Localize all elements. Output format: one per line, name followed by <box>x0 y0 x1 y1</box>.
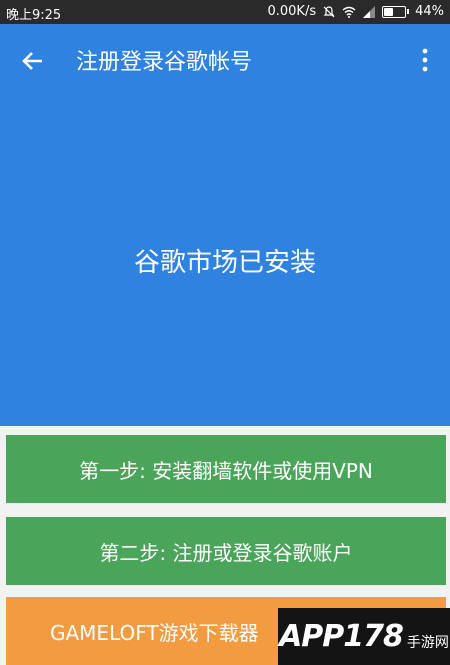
status-right: 0.00K/s 44% <box>267 4 444 19</box>
mute-icon <box>323 5 335 17</box>
network-speed: 0.00K/s <box>267 4 317 19</box>
gameloft-downloader-label: GAMELOFT游戏下载器 <box>50 620 259 645</box>
step-two-label: 第二步: 注册或登录谷歌账户 <box>99 540 353 565</box>
status-time: 晚上9:25 <box>6 8 62 23</box>
step-one-button[interactable]: 第一步: 安装翻墙软件或使用VPN <box>6 435 446 503</box>
watermark-main: APP178 <box>279 619 404 654</box>
step-two-button[interactable]: 第二步: 注册或登录谷歌账户 <box>6 517 446 585</box>
install-status-message: 谷歌市场已安装 <box>133 248 316 278</box>
watermark-logo: APP178 手游网 <box>278 608 450 665</box>
app-toolbar: 注册登录谷歌帐号 <box>0 24 450 94</box>
status-bar: 晚上9:25 0.00K/s 44% <box>0 0 450 24</box>
arrow-back-icon[interactable] <box>18 46 48 76</box>
more-vert-icon[interactable] <box>416 46 434 74</box>
battery-percent: 44% <box>415 4 444 19</box>
step-one-label: 第一步: 安装翻墙软件或使用VPN <box>79 458 373 483</box>
watermark-sub: 手游网 <box>406 634 449 651</box>
page-title: 注册登录谷歌帐号 <box>76 50 253 75</box>
battery-icon <box>382 5 410 18</box>
signal-icon <box>363 5 376 18</box>
hero-panel: 注册登录谷歌帐号 谷歌市场已安装 <box>0 24 450 426</box>
wifi-icon <box>342 6 356 18</box>
